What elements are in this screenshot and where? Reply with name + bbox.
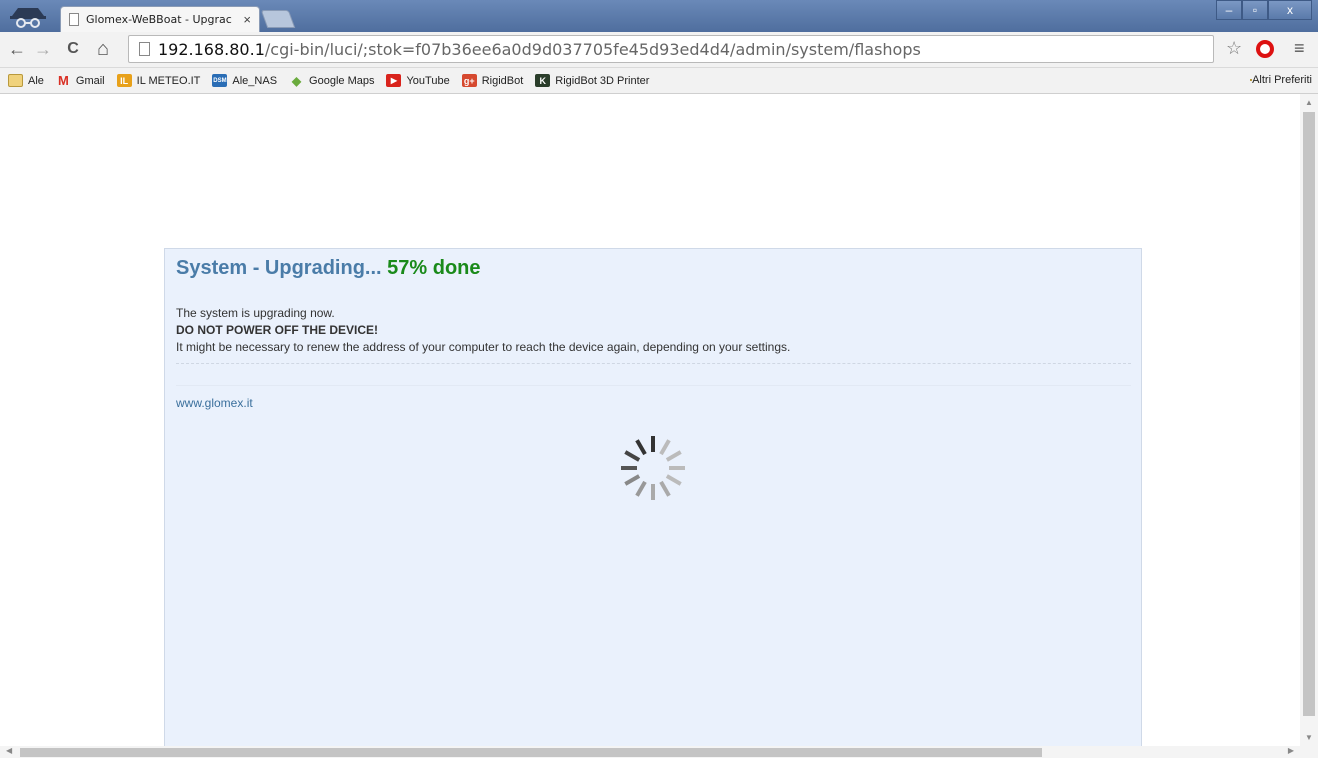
kickstarter-icon: K — [535, 74, 551, 87]
bookmark-ale-nas[interactable]: DSM Ale_NAS — [212, 74, 277, 87]
status-line: The system is upgrading now. — [176, 306, 335, 320]
maximize-button[interactable]: ▫ — [1242, 0, 1268, 20]
bookmarks-bar: Ale M Gmail IL IL METEO.IT DSM Ale_NAS ◆… — [0, 68, 1318, 94]
horizontal-scrollbar[interactable]: ◀ ▶ — [0, 746, 1300, 758]
scroll-right-arrow-icon[interactable]: ▶ — [1288, 746, 1294, 755]
home-button[interactable]: ⌂ — [92, 38, 114, 60]
divider — [176, 363, 1131, 364]
vertical-scrollbar-thumb[interactable] — [1303, 112, 1315, 716]
bookmark-google-maps[interactable]: ◆ Google Maps — [289, 73, 375, 88]
url-path: /cgi-bin/luci/;stok=f07b36ee6a0d9d037705… — [264, 39, 921, 59]
bookmark-label: RigidBot 3D Printer — [555, 74, 650, 87]
minimize-button[interactable]: – — [1216, 0, 1242, 20]
spinner-spoke — [624, 474, 641, 486]
bookmark-label: IL METEO.IT — [136, 74, 201, 87]
spinner-spoke — [635, 439, 647, 456]
folder-icon — [8, 74, 23, 87]
spinner-spoke — [659, 480, 671, 497]
youtube-icon: ▶ — [386, 74, 402, 87]
new-tab-button[interactable] — [260, 10, 296, 28]
gmail-icon: M — [57, 73, 69, 88]
bookmark-ale[interactable]: Ale — [8, 74, 44, 87]
page-viewport: System - Upgrading... 57% done The syste… — [0, 94, 1300, 746]
close-window-button[interactable]: x — [1268, 0, 1312, 20]
browser-toolbar: ← → C ⌂ 192.168.80.1/cgi-bin/luci/;stok=… — [0, 32, 1318, 68]
glomex-link[interactable]: www.glomex.it — [176, 396, 253, 410]
spinner-spoke — [659, 439, 671, 456]
bookmark-gmail[interactable]: M Gmail — [56, 73, 105, 88]
reload-button[interactable]: C — [62, 38, 84, 60]
tab-title: Glomex-WeBBoat - Upgrac — [86, 13, 232, 26]
bookmark-label: Ale_NAS — [232, 74, 278, 87]
page-title: System - Upgrading... 57% done — [176, 257, 481, 280]
divider — [176, 385, 1131, 386]
meteo-icon: IL — [116, 74, 132, 87]
upgrade-message: The system is upgrading now. DO NOT POWE… — [176, 305, 790, 356]
upgrade-panel: System - Upgrading... 57% done The syste… — [164, 248, 1142, 746]
opera-extension-icon[interactable] — [1256, 40, 1274, 58]
scrollbar-corner — [1300, 746, 1318, 758]
scroll-down-arrow-icon[interactable]: ▼ — [1305, 733, 1313, 742]
spinner-spoke — [624, 450, 641, 462]
warning-line: DO NOT POWER OFF THE DEVICE! — [176, 323, 379, 337]
horizontal-scrollbar-thumb[interactable] — [20, 748, 1042, 757]
bookmark-label: Ale — [28, 74, 44, 87]
other-bookmarks-label: Altri Preferiti — [1252, 74, 1312, 86]
spinner-spoke — [635, 480, 647, 497]
bookmark-il-meteo[interactable]: IL IL METEO.IT — [116, 74, 201, 87]
loading-spinner-icon — [621, 436, 685, 500]
browser-tab[interactable]: Glomex-WeBBoat - Upgrac × — [60, 6, 260, 32]
chrome-menu-icon[interactable]: ≡ — [1294, 38, 1305, 59]
tab-close-icon[interactable]: × — [243, 12, 251, 27]
bookmark-label: YouTube — [406, 74, 450, 87]
bookmark-star-icon[interactable]: ☆ — [1226, 38, 1242, 59]
window-title-bar: Glomex-WeBBoat - Upgrac × – ▫ x — [0, 0, 1318, 32]
bookmark-label: Google Maps — [309, 74, 375, 87]
info-line: It might be necessary to renew the addre… — [176, 340, 791, 354]
address-bar[interactable]: 192.168.80.1/cgi-bin/luci/;stok=f07b36ee… — [128, 35, 1214, 63]
bookmark-label: RigidBot — [481, 74, 524, 87]
url-host: 192.168.80.1 — [158, 39, 265, 59]
other-bookmarks-folder[interactable]: Altri Preferiti — [1250, 74, 1312, 86]
heading-prefix: System - Upgrading... — [176, 257, 388, 279]
bookmark-youtube[interactable]: ▶ YouTube — [386, 74, 450, 87]
vertical-scrollbar[interactable]: ▲ ▼ — [1300, 94, 1318, 746]
dsm-icon: DSM — [212, 74, 228, 87]
scroll-up-arrow-icon[interactable]: ▲ — [1305, 98, 1313, 107]
page-info-icon[interactable] — [139, 42, 150, 56]
spinner-spoke — [665, 474, 682, 486]
maps-icon: ◆ — [291, 73, 302, 88]
incognito-icon — [10, 8, 46, 28]
bookmark-rigidbot[interactable]: g+ RigidBot — [461, 74, 524, 87]
progress-text: 57% done — [387, 257, 481, 279]
page-icon — [69, 13, 79, 26]
bookmark-label: Gmail — [75, 74, 105, 87]
back-button[interactable]: ← — [6, 38, 28, 60]
bookmark-rigidbot-3d-printer[interactable]: K RigidBot 3D Printer — [535, 74, 649, 87]
spinner-spoke — [665, 450, 682, 462]
gplus-icon: g+ — [461, 74, 477, 87]
forward-button[interactable]: → — [32, 38, 54, 60]
scroll-left-arrow-icon[interactable]: ◀ — [6, 746, 12, 755]
